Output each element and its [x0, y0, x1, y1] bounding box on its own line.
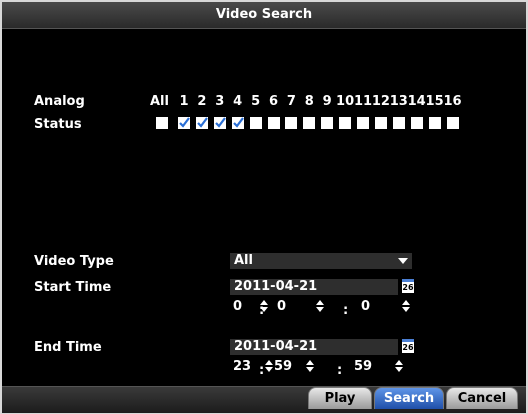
channel-checkbox[interactable] [357, 117, 369, 129]
time-separator: : [343, 303, 349, 318]
analog-label: Analog [34, 94, 85, 109]
time-separator: : [259, 303, 265, 318]
channel-checkbox[interactable] [178, 117, 190, 129]
channel-checkbox[interactable] [446, 117, 459, 129]
channel-checkbox[interactable] [231, 117, 244, 129]
cancel-button[interactable]: Cancel [446, 387, 518, 409]
video-type-value: All [234, 253, 253, 268]
channel-checkbox[interactable] [195, 117, 208, 129]
check-icon [179, 117, 190, 128]
spinner-arrows-icon[interactable] [316, 299, 326, 313]
check-icon [232, 117, 244, 128]
check-icon [197, 117, 208, 128]
checkbox-all[interactable] [156, 117, 168, 129]
chevron-down-icon [398, 258, 408, 264]
spinner-arrows-icon[interactable] [306, 359, 316, 373]
channel-checkbox[interactable] [410, 117, 423, 129]
end-time-label: End Time [34, 340, 102, 355]
channel-checkbox[interactable] [392, 117, 405, 129]
time-separator: : [337, 363, 343, 378]
end-second-value: 59 [354, 359, 373, 374]
spinner-arrows-icon[interactable] [402, 299, 412, 313]
spinner-arrows-icon[interactable] [395, 359, 405, 373]
start-second-value: 0 [361, 299, 371, 314]
search-button[interactable]: Search [374, 387, 444, 409]
check-icon [215, 117, 226, 128]
window-title: Video Search [215, 7, 313, 22]
start-date-field[interactable]: 2011-04-21 [230, 279, 398, 295]
calendar-icon[interactable]: 26 [402, 339, 414, 353]
channel-checkbox[interactable] [321, 117, 334, 129]
end-date-field[interactable]: 2011-04-21 [230, 339, 398, 355]
calendar-icon[interactable]: 26 [402, 279, 414, 293]
channel-checkbox[interactable] [249, 117, 262, 129]
channel-checkbox[interactable] [428, 117, 441, 129]
start-minute-spinner[interactable]: 0 [274, 298, 334, 314]
start-hour-value: 0 [233, 299, 243, 314]
start-second-spinner[interactable]: 0 [358, 298, 418, 314]
start-date-value: 2011-04-21 [234, 279, 318, 294]
play-button[interactable]: Play [308, 387, 372, 409]
video-type-dropdown[interactable]: All [230, 253, 412, 269]
channel-all-label: All [150, 94, 169, 109]
end-minute-spinner[interactable]: 59 [271, 358, 331, 374]
end-minute-value: 59 [274, 359, 293, 374]
channel-checkbox[interactable] [213, 117, 226, 129]
channel-checkbox[interactable] [339, 117, 352, 129]
channel-checkbox[interactable] [285, 117, 298, 129]
video-type-label: Video Type [34, 254, 114, 269]
end-second-spinner[interactable]: 59 [351, 358, 411, 374]
channel-number-label: 16 [443, 94, 462, 109]
title-bar: Video Search [2, 2, 526, 29]
end-date-value: 2011-04-21 [234, 339, 318, 354]
channel-checkbox[interactable] [303, 117, 316, 129]
start-time-label: Start Time [34, 280, 112, 295]
channel-checkbox[interactable] [267, 117, 280, 129]
button-bar: Play Search Cancel [2, 386, 526, 413]
end-hour-value: 23 [233, 359, 252, 374]
time-separator: : [259, 363, 265, 378]
video-search-dialog: Video Search Analog Status All Video Typ… [0, 0, 528, 414]
status-label: Status [34, 117, 82, 132]
start-minute-value: 0 [277, 299, 287, 314]
channel-checkbox[interactable] [374, 117, 387, 129]
